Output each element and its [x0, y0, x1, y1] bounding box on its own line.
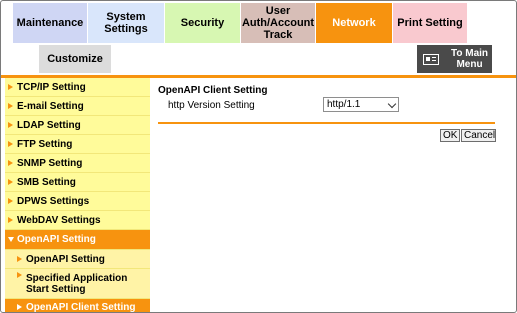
tab-print-setting[interactable]: Print Setting: [393, 3, 468, 43]
arrow-down-icon: [8, 237, 14, 242]
sidebar-item-label: FTP Setting: [17, 138, 73, 150]
http-version-value: http/1.1: [327, 99, 361, 110]
sidebar-item-label: WebDAV Settings: [17, 214, 101, 226]
arrow-right-icon: [8, 179, 13, 185]
tab-customize[interactable]: Customize: [39, 45, 112, 73]
http-version-select[interactable]: http/1.1: [323, 97, 399, 112]
arrow-right-icon: [8, 198, 13, 204]
content-divider: [158, 122, 495, 124]
sidebar-item-label: LDAP Setting: [17, 119, 81, 131]
sidebar: TCP/IP Setting E-mail Setting LDAP Setti…: [5, 78, 150, 313]
arrow-right-icon: [8, 217, 13, 223]
sidebar-subitem-label: Specified Application Start Setting: [26, 272, 128, 295]
sidebar-item-label: SMB Setting: [17, 176, 76, 188]
arrow-right-icon: [8, 103, 13, 109]
chevron-down-icon: [387, 99, 397, 109]
arrow-right-icon: [8, 160, 13, 166]
http-version-label: http Version Setting: [168, 100, 255, 111]
sidebar-item-dpws[interactable]: DPWS Settings: [5, 192, 150, 211]
sidebar-subitem-openapi-setting[interactable]: OpenAPI Setting: [5, 250, 150, 269]
arrow-right-icon: [8, 84, 13, 90]
sidebar-item-ldap[interactable]: LDAP Setting: [5, 116, 150, 135]
sidebar-subitem-openapi-client[interactable]: OpenAPI Client Setting: [5, 299, 150, 313]
page-title: OpenAPI Client Setting: [158, 85, 268, 96]
web-console-frame: Maintenance System Settings Security Use…: [0, 0, 517, 313]
tab-network[interactable]: Network: [316, 3, 393, 43]
sidebar-item-smb[interactable]: SMB Setting: [5, 173, 150, 192]
arrow-right-icon: [8, 122, 13, 128]
arrow-right-icon: [17, 304, 22, 310]
sidebar-item-label: DPWS Settings: [17, 195, 90, 207]
sidebar-item-label: E-mail Setting: [17, 100, 84, 112]
to-main-menu-label: To Main Menu: [450, 48, 489, 70]
tab-maintenance[interactable]: Maintenance: [13, 3, 88, 43]
sidebar-item-label: TCP/IP Setting: [17, 81, 86, 93]
sidebar-subitem-app-start[interactable]: Specified Application Start Setting: [5, 269, 150, 299]
ok-button[interactable]: OK: [440, 129, 460, 142]
sidebar-item-webdav[interactable]: WebDAV Settings: [5, 211, 150, 230]
tab-system-settings[interactable]: System Settings: [88, 3, 165, 43]
to-main-menu-button[interactable]: To Main Menu: [417, 45, 492, 73]
sidebar-subitem-label: OpenAPI Client Setting: [26, 301, 136, 313]
sidebar-item-snmp[interactable]: SNMP Setting: [5, 154, 150, 173]
sidebar-item-ftp[interactable]: FTP Setting: [5, 135, 150, 154]
main-menu-icon: [423, 53, 439, 65]
arrow-right-icon: [17, 272, 22, 278]
tab-security[interactable]: Security: [165, 3, 241, 43]
sidebar-item-label: SNMP Setting: [17, 157, 83, 169]
sidebar-item-label: OpenAPI Setting: [17, 234, 96, 245]
arrow-right-icon: [8, 141, 13, 147]
sidebar-subitem-label: OpenAPI Setting: [26, 253, 105, 265]
arrow-right-icon: [17, 256, 22, 262]
sidebar-item-email[interactable]: E-mail Setting: [5, 97, 150, 116]
sidebar-item-tcpip[interactable]: TCP/IP Setting: [5, 78, 150, 97]
tab-user-auth[interactable]: User Auth/Account Track: [241, 3, 316, 43]
cancel-button[interactable]: Cancel: [461, 129, 496, 142]
sidebar-item-openapi[interactable]: OpenAPI Setting: [5, 230, 150, 250]
